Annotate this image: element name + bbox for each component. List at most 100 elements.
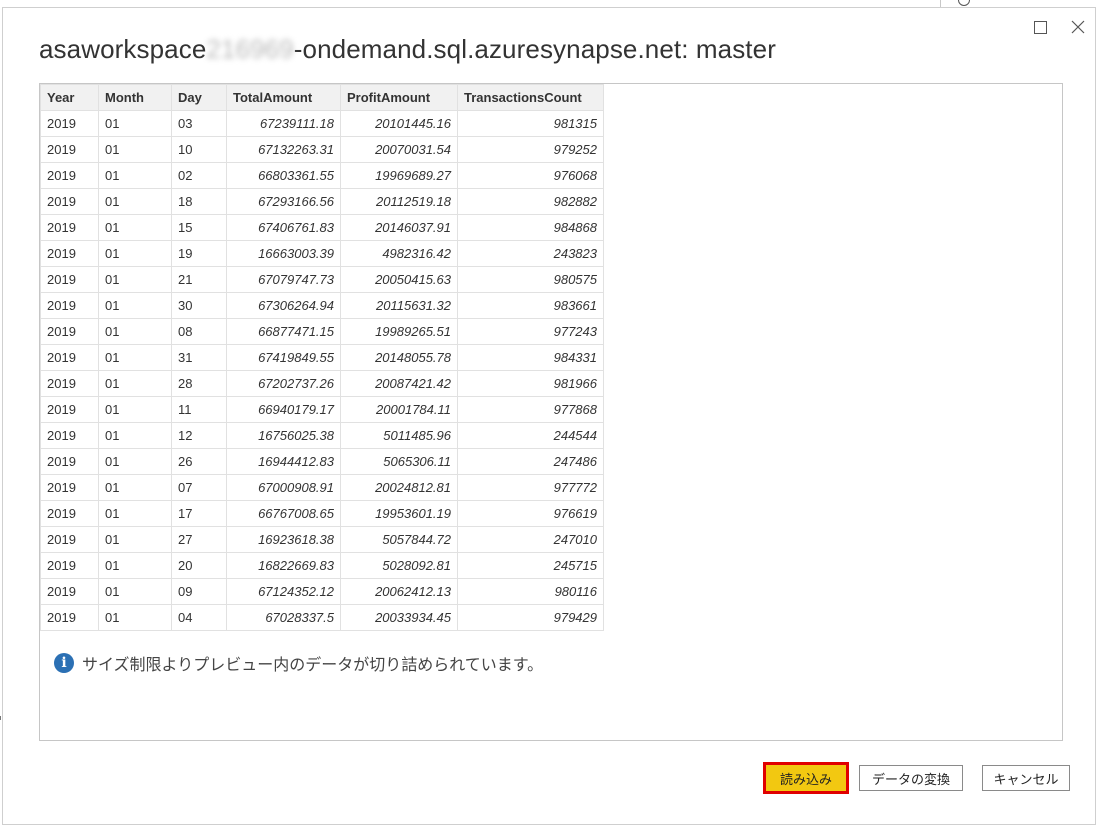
table-row: 2019 01 17 66767008.65 19953601.19 976619 (40, 500, 604, 527)
table-cell: 979252 (457, 136, 604, 163)
table-cell: 09 (171, 578, 227, 605)
background-edge (0, 716, 1, 720)
load-button[interactable]: 読み込み (763, 762, 849, 794)
table-cell: 2019 (40, 578, 99, 605)
table-cell: 30 (171, 292, 227, 319)
table-row: 2019 01 08 66877471.15 19989265.51 977243 (40, 318, 604, 345)
table-cell: 980116 (457, 578, 604, 605)
table-cell: 977772 (457, 474, 604, 501)
table-cell: 2019 (40, 474, 99, 501)
table-cell: 01 (98, 292, 172, 319)
table-cell: 67000908.91 (226, 474, 341, 501)
table-cell: 984868 (457, 214, 604, 241)
table-cell: 67124352.12 (226, 578, 341, 605)
table-cell: 67293166.56 (226, 188, 341, 215)
table-cell: 4982316.42 (340, 240, 458, 267)
table-cell: 67239111.18 (226, 110, 341, 137)
table-cell: 243823 (457, 240, 604, 267)
table-cell: 01 (98, 422, 172, 449)
table-cell: 980575 (457, 266, 604, 293)
cancel-button[interactable]: キャンセル (982, 765, 1070, 791)
table-cell: 19969689.27 (340, 162, 458, 189)
table-row: 2019 01 21 67079747.73 20050415.63 980575 (40, 266, 604, 293)
table-row: 2019 01 10 67132263.31 20070031.54 979252 (40, 136, 604, 163)
table-row: 2019 01 09 67124352.12 20062412.13 980116 (40, 578, 604, 605)
table-cell: 67028337.5 (226, 604, 341, 631)
table-cell: 19 (171, 240, 227, 267)
table-cell: 244544 (457, 422, 604, 449)
table-row: 2019 01 03 67239111.18 20101445.16 981315 (40, 110, 604, 137)
table-cell: 984331 (457, 344, 604, 371)
table-cell: 01 (98, 266, 172, 293)
maximize-button[interactable] (1031, 18, 1049, 36)
close-button[interactable] (1069, 18, 1087, 36)
table-cell: 01 (98, 214, 172, 241)
table-cell: 21 (171, 266, 227, 293)
table-cell: 67202737.26 (226, 370, 341, 397)
table-cell: 247010 (457, 526, 604, 553)
table-cell: 17 (171, 500, 227, 527)
table-cell: 20 (171, 552, 227, 579)
table-cell: 67406761.83 (226, 214, 341, 241)
table-cell: 20087421.42 (340, 370, 458, 397)
transform-data-button[interactable]: データの変換 (859, 765, 963, 791)
table-cell: 01 (98, 448, 172, 475)
table-cell: 01 (98, 526, 172, 553)
table-cell: 2019 (40, 448, 99, 475)
table-cell: 04 (171, 604, 227, 631)
table-cell: 01 (98, 396, 172, 423)
table-cell: 2019 (40, 162, 99, 189)
table-cell: 19989265.51 (340, 318, 458, 345)
column-header-transactionscount[interactable]: TransactionsCount (457, 84, 604, 111)
table-cell: 01 (98, 370, 172, 397)
table-cell: 977243 (457, 318, 604, 345)
column-header-day[interactable]: Day (171, 84, 227, 111)
table-cell: 16923618.38 (226, 526, 341, 553)
column-header-profitamount[interactable]: ProfitAmount (340, 84, 458, 111)
table-row: 2019 01 12 16756025.38 5011485.96 244544 (40, 422, 604, 449)
title-prefix: asaworkspace (39, 34, 207, 64)
table-cell: 5011485.96 (340, 422, 458, 449)
table-cell: 15 (171, 214, 227, 241)
table-cell: 66803361.55 (226, 162, 341, 189)
table-cell: 28 (171, 370, 227, 397)
table-cell: 20101445.16 (340, 110, 458, 137)
table-cell: 11 (171, 396, 227, 423)
table-row: 2019 01 04 67028337.5 20033934.45 979429 (40, 604, 604, 631)
table-cell: 01 (98, 578, 172, 605)
dialog-title: asaworkspace216969-ondemand.sql.azuresyn… (39, 34, 776, 65)
table-cell: 2019 (40, 292, 99, 319)
table-cell: 2019 (40, 422, 99, 449)
preview-table: Year Month Day TotalAmount ProfitAmount … (40, 84, 604, 631)
table-cell: 01 (98, 474, 172, 501)
table-cell: 20024812.81 (340, 474, 458, 501)
table-cell: 16822669.83 (226, 552, 341, 579)
table-cell: 18 (171, 188, 227, 215)
table-cell: 16944412.83 (226, 448, 341, 475)
table-cell: 2019 (40, 266, 99, 293)
table-cell: 2019 (40, 344, 99, 371)
table-cell: 247486 (457, 448, 604, 475)
table-row: 2019 01 15 67406761.83 20146037.91 984868 (40, 214, 604, 241)
table-cell: 12 (171, 422, 227, 449)
table-cell: 01 (98, 318, 172, 345)
table-cell: 27 (171, 526, 227, 553)
table-cell: 245715 (457, 552, 604, 579)
navigator-dialog: asaworkspace216969-ondemand.sql.azuresyn… (2, 7, 1096, 825)
table-cell: 2019 (40, 110, 99, 137)
table-row: 2019 01 07 67000908.91 20024812.81 977772 (40, 474, 604, 501)
table-cell: 20115631.32 (340, 292, 458, 319)
table-row: 2019 01 02 66803361.55 19969689.27 976068 (40, 162, 604, 189)
column-header-totalamount[interactable]: TotalAmount (226, 84, 341, 111)
table-cell: 2019 (40, 604, 99, 631)
table-cell: 07 (171, 474, 227, 501)
table-cell: 20001784.11 (340, 396, 458, 423)
table-cell: 08 (171, 318, 227, 345)
table-row: 2019 01 27 16923618.38 5057844.72 247010 (40, 526, 604, 553)
column-header-month[interactable]: Month (98, 84, 172, 111)
table-cell: 20070031.54 (340, 136, 458, 163)
table-cell: 01 (98, 162, 172, 189)
column-header-year[interactable]: Year (40, 84, 99, 111)
data-preview-pane[interactable]: Year Month Day TotalAmount ProfitAmount … (39, 83, 1063, 741)
table-cell: 20112519.18 (340, 188, 458, 215)
